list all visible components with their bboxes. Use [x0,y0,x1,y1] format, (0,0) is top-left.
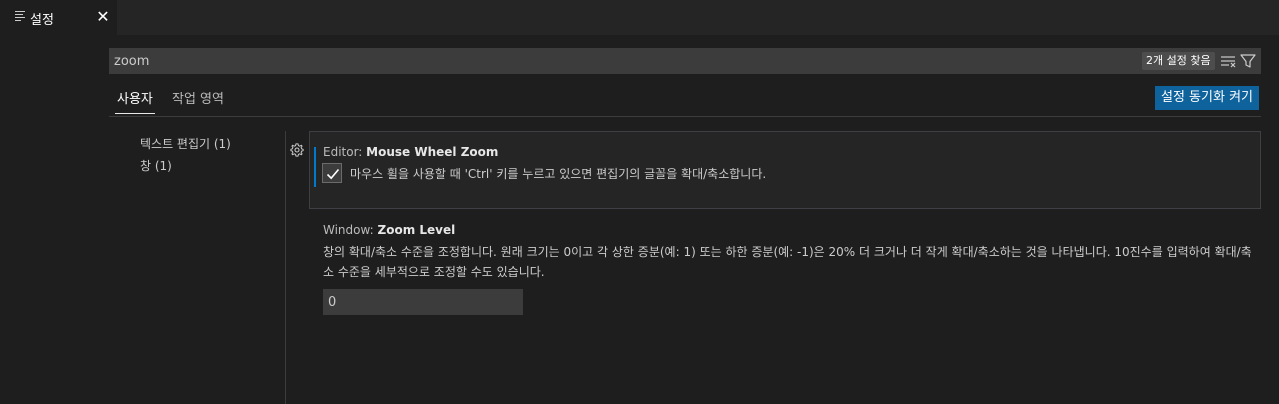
filter-icon[interactable] [1240,53,1256,69]
mouse-wheel-zoom-checkbox[interactable] [322,163,342,183]
setting-title: Editor: Mouse Wheel Zoom [323,145,498,159]
toc-item-window[interactable]: 창 (1) [140,157,172,174]
toc-item-text-editor[interactable]: 텍스트 편집기 (1) [140,135,231,152]
tab-bar: 설정 ✕ [0,0,1279,35]
setting-category: Editor: [323,145,367,159]
setting-description: 창의 확대/축소 수준을 조정합니다. 원래 크기는 0이고 각 상한 증분(예… [323,245,1252,279]
tab-user-settings[interactable]: 사용자 [115,88,155,116]
search-input[interactable] [114,48,1014,74]
turn-on-settings-sync-button[interactable]: 설정 동기화 켜기 [1155,86,1259,110]
settings-file-icon [15,11,25,23]
tab-label: 설정 [30,13,54,28]
setting-title: Window: Zoom Level [323,223,455,237]
settings-tab[interactable]: 설정 ✕ [0,0,117,35]
result-count-badge: 2개 설정 찾음 [1142,52,1215,70]
focus-indicator [314,147,316,187]
settings-search-bar: 2개 설정 찾음 [109,48,1261,74]
toc-divider [285,131,286,404]
close-icon[interactable]: ✕ [94,7,112,27]
setting-category: Window: [323,223,378,237]
clear-filter-icon[interactable] [1220,54,1236,68]
setting-name: Mouse Wheel Zoom [366,145,499,159]
setting-name: Zoom Level [377,223,456,237]
setting-description: 마우스 휠을 사용할 때 'Ctrl' 키를 누르고 있으면 편집기의 글꼴을 … [350,167,767,181]
divider [109,116,1261,117]
check-icon [326,168,340,180]
tab-workspace-settings[interactable]: 작업 영역 [172,88,224,116]
gear-icon[interactable] [290,143,304,157]
zoom-level-input[interactable] [323,289,523,315]
